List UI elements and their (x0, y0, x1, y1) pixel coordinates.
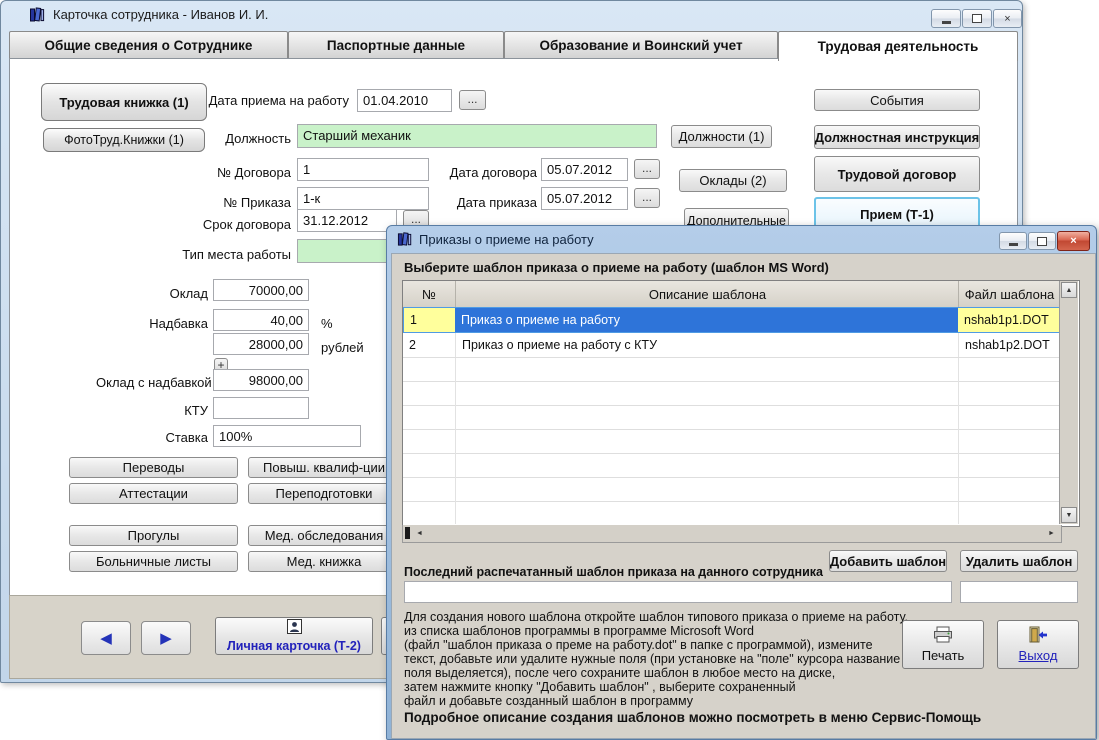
restore-icon[interactable] (1028, 232, 1056, 250)
contract-date-field[interactable]: 05.07.2012 (541, 158, 628, 181)
order-no-label: № Приказа (181, 195, 291, 210)
personal-card-button[interactable]: Личная карточка (Т-2) (215, 617, 373, 655)
screen: Карточка сотрудника - Иванов И. И. × Общ… (0, 0, 1099, 740)
order-date-field[interactable]: 05.07.2012 (541, 187, 628, 210)
dialog-header-label: Выберите шаблон приказа о приеме на рабо… (404, 260, 829, 275)
percent-unit-label: % (321, 316, 333, 331)
scroll-up-icon[interactable]: ▲ (1061, 282, 1077, 298)
attestations-button[interactable]: Аттестации (69, 483, 238, 504)
order-date-label: Дата приказа (449, 195, 537, 210)
printer-icon (933, 626, 953, 646)
hire-date-label: Дата приема на работу (206, 93, 349, 108)
scroll-right-icon[interactable]: ► (1044, 525, 1059, 541)
rate-label: Ставка (150, 430, 208, 445)
table-hscrollbar[interactable]: ◄ ► (402, 525, 1062, 543)
transfers-button[interactable]: Переводы (69, 457, 238, 478)
last-printed-label: Последний распечатанный шаблон приказа н… (404, 565, 823, 579)
prev-record-button[interactable]: ◀ (81, 621, 131, 655)
delete-template-button[interactable]: Удалить шаблон (960, 550, 1078, 572)
person-icon (287, 619, 302, 637)
position-field[interactable]: Старший механик (297, 124, 657, 148)
books-icon (29, 6, 46, 26)
help-note: Подробное описание создания шаблонов мож… (404, 710, 981, 725)
rubles-unit-label: рублей (321, 340, 364, 355)
table-vscrollbar[interactable]: ▲ ▼ (1059, 281, 1078, 524)
dialog-body: Выберите шаблон приказа о приеме на рабо… (391, 253, 1096, 739)
bonus-rub-field[interactable]: 28000,00 (213, 333, 309, 355)
salary-total-label: Оклад с надбавкой (96, 375, 208, 390)
contract-term-label: Срок договора (171, 217, 291, 232)
bonus-label: Надбавка (126, 316, 208, 331)
tab-work-activity[interactable]: Трудовая деятельность (778, 31, 1018, 61)
order-date-picker-button[interactable]: ... (634, 188, 660, 208)
bonus-percent-field[interactable]: 40,00 (213, 309, 309, 331)
hire-date-picker-button[interactable]: ... (459, 90, 486, 110)
contract-term-field[interactable]: 31.12.2012 (297, 209, 397, 232)
salary-label: Оклад (151, 286, 208, 301)
positions-button[interactable]: Должности (1) (671, 125, 772, 148)
exit-icon-button[interactable]: Выход (997, 620, 1079, 669)
contract-date-label: Дата договора (449, 165, 537, 180)
job-description-button[interactable]: Должностная инструкция (814, 125, 980, 149)
table-row-selected[interactable]: 1 Приказ о приеме на работу nshab1p1.DOT (403, 307, 1061, 333)
absences-button[interactable]: Прогулы (69, 525, 238, 546)
col-header-num[interactable]: № (403, 281, 455, 308)
table-row[interactable]: 2 Приказ о приеме на работу с КТУ nshab1… (403, 333, 1061, 358)
close-icon[interactable]: × (993, 9, 1022, 28)
books-icon (397, 231, 413, 250)
dialog-title: Приказы о приеме на работу (419, 232, 594, 247)
med-book-button[interactable]: Мед. книжка (248, 551, 400, 572)
sick-leaves-button[interactable]: Больничные листы (69, 551, 238, 572)
salary-field[interactable]: 70000,00 (213, 279, 309, 301)
restore-icon[interactable] (962, 9, 992, 28)
last-printed-template-field[interactable] (404, 581, 952, 603)
hiring-orders-dialog: Приказы о приеме на работу × Выберите ша… (386, 225, 1097, 740)
scroll-down-icon[interactable]: ▼ (1061, 507, 1077, 523)
labor-book-button[interactable]: Трудовая книжка (1) (41, 83, 207, 121)
last-printed-file-field[interactable] (960, 581, 1078, 603)
hire-date-field[interactable]: 01.04.2010 (357, 89, 452, 112)
ktu-label: КТУ (170, 403, 208, 418)
add-template-button[interactable]: Добавить шаблон (829, 550, 947, 572)
events-button[interactable]: События (814, 89, 980, 111)
hscroll-thumb[interactable] (405, 527, 410, 539)
contract-no-field[interactable]: 1 (297, 158, 429, 181)
tab-passport-data[interactable]: Паспортные данные (288, 31, 504, 60)
prev-icon: ◀ (100, 629, 112, 647)
salary-total-field[interactable]: 98000,00 (213, 369, 309, 391)
minimize-icon[interactable] (931, 9, 961, 28)
tab-general-info[interactable]: Общие сведения о Сотруднике (9, 31, 288, 60)
scroll-left-icon[interactable]: ◄ (412, 525, 427, 541)
minimize-icon[interactable] (999, 232, 1027, 250)
main-titlebar: Карточка сотрудника - Иванов И. И. × (1, 1, 1022, 28)
templates-table: № Описание шаблона Файл шаблона 1 Приказ… (402, 280, 1080, 527)
next-record-button[interactable]: ▶ (141, 621, 191, 655)
print-button[interactable]: Печать (902, 620, 984, 669)
dialog-titlebar: Приказы о приеме на работу × (387, 226, 1096, 253)
position-label: Должность (191, 131, 291, 146)
qualification-button[interactable]: Повыш. квалиф-ции (248, 457, 400, 478)
main-window-title: Карточка сотрудника - Иванов И. И. (53, 7, 268, 22)
instructions-text: Для создания нового шаблона откройте шаб… (404, 610, 949, 708)
ktu-field[interactable] (213, 397, 309, 419)
contract-no-label: № Договора (181, 165, 291, 180)
med-exams-button[interactable]: Мед. обследования (248, 525, 400, 546)
next-icon: ▶ (160, 629, 172, 647)
exit-door-icon (1028, 626, 1048, 646)
retraining-button[interactable]: Переподготовки (248, 483, 400, 504)
rate-field[interactable]: 100% (213, 425, 361, 447)
contract-date-picker-button[interactable]: ... (634, 159, 660, 179)
salaries-button[interactable]: Оклады (2) (679, 169, 787, 192)
labor-contract-button[interactable]: Трудовой договор (814, 156, 980, 192)
col-header-desc[interactable]: Описание шаблона (455, 281, 959, 308)
col-header-file[interactable]: Файл шаблона (958, 281, 1060, 308)
table-empty-rows (403, 358, 1059, 524)
photo-labor-book-button[interactable]: ФотоТруд.Книжки (1) (43, 128, 205, 152)
order-no-field[interactable]: 1-к (297, 187, 429, 210)
workplace-type-label: Тип места работы (156, 247, 291, 262)
close-icon[interactable]: × (1057, 231, 1090, 251)
tab-education-military[interactable]: Образование и Воинский учет (504, 31, 778, 60)
